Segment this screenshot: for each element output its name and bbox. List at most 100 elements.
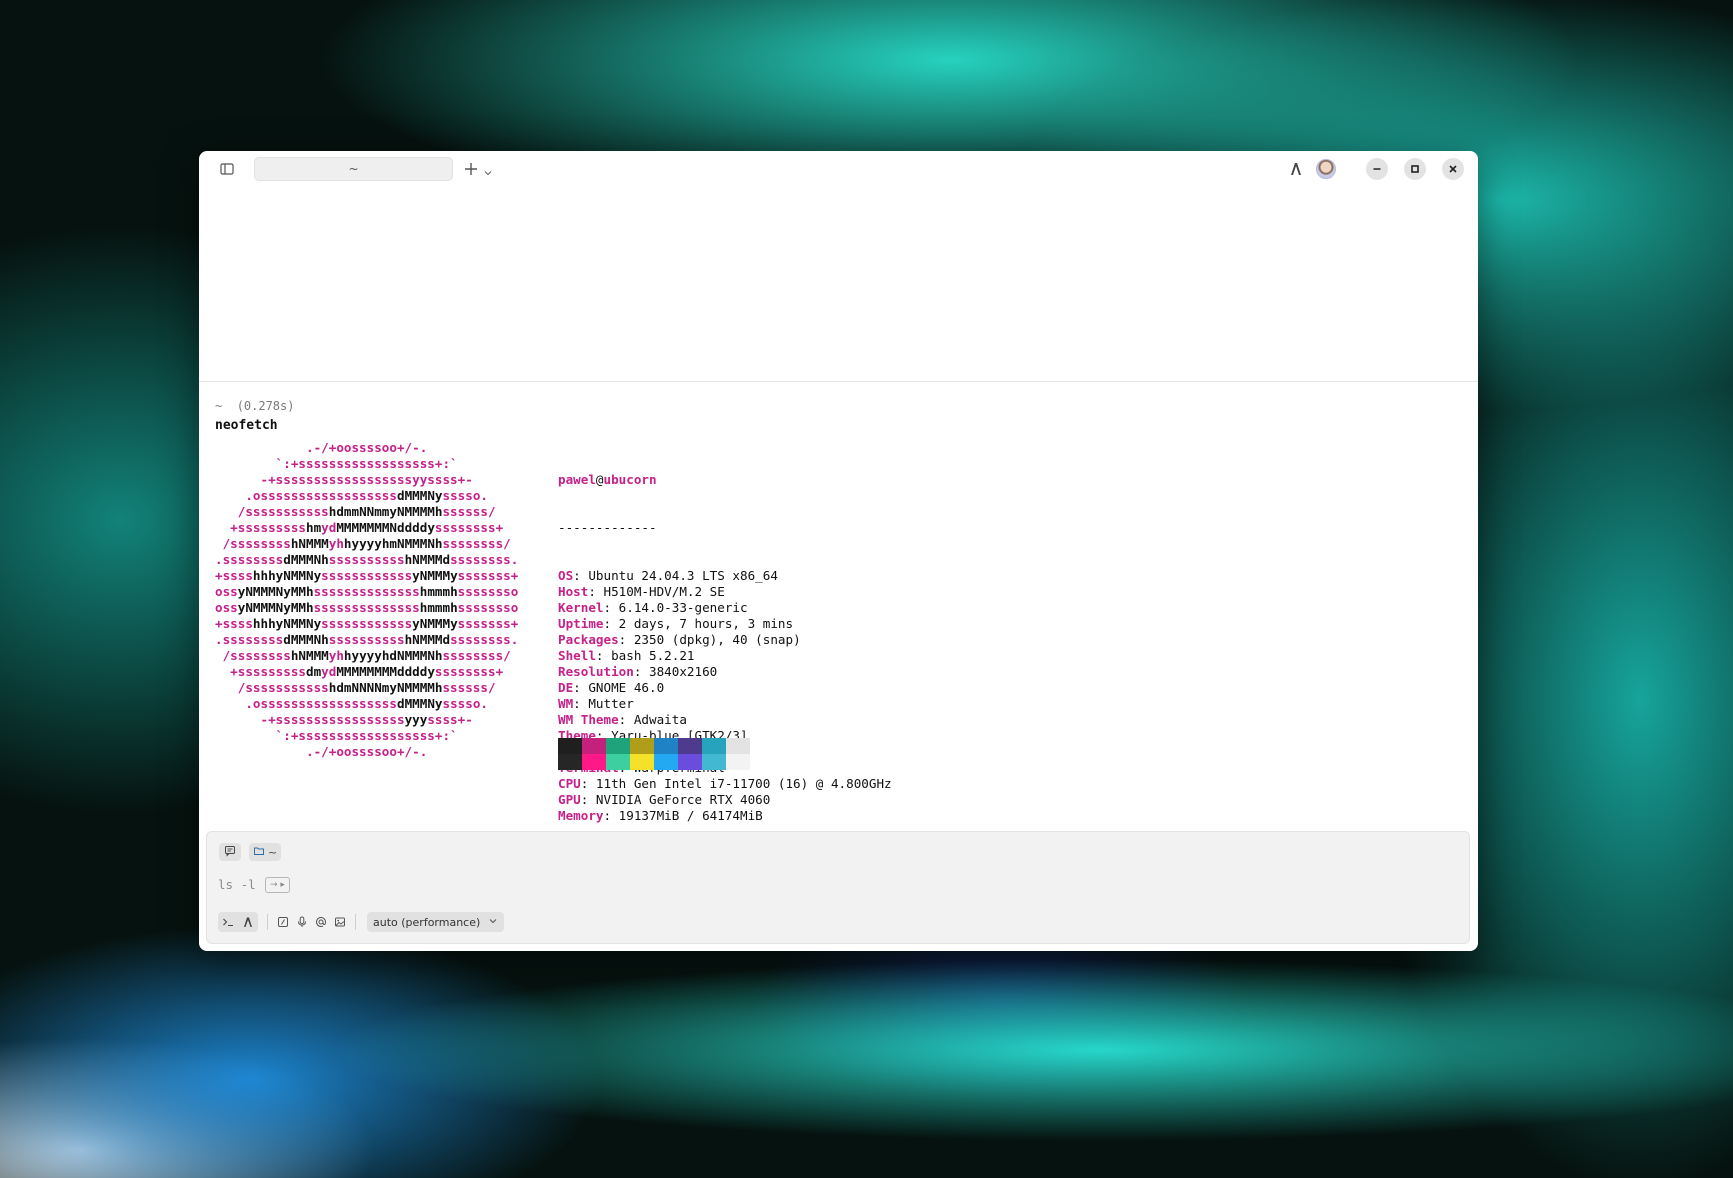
color-swatch bbox=[702, 754, 726, 770]
logo-segment: .ossssssssssssssssss bbox=[215, 696, 397, 711]
logo-segment: hmmmh bbox=[419, 600, 458, 615]
color-swatch bbox=[606, 754, 630, 770]
logo-line: ossyNMMMNyMMhsssssssssssssshmmmhssssssso bbox=[215, 600, 518, 616]
tab-home[interactable]: ~ bbox=[254, 157, 453, 181]
logo-line: .ossssssssssssssssssdMMMNysssso. bbox=[215, 488, 518, 504]
model-selector[interactable]: auto (performance) bbox=[367, 912, 505, 932]
close-button[interactable] bbox=[1442, 158, 1464, 180]
logo-segment: ssssssss+ bbox=[434, 664, 504, 679]
logo-segment: /sssssssssss bbox=[215, 680, 329, 695]
logo-segment: -+sssssssssssssssss bbox=[215, 712, 405, 727]
warp-logo-icon[interactable] bbox=[1288, 161, 1304, 177]
logo-segment: .ssssssss bbox=[215, 632, 284, 647]
image-attach-icon[interactable] bbox=[334, 916, 346, 928]
logo-segment: /ssssssss bbox=[215, 648, 291, 663]
logo-segment: ssssssss. bbox=[450, 632, 519, 647]
info-separator: : bbox=[603, 808, 619, 823]
logo-segment: ssss+- bbox=[427, 712, 473, 727]
model-selector-label: auto (performance) bbox=[373, 915, 481, 929]
logo-segment: dm bbox=[306, 664, 322, 679]
info-separator: : bbox=[603, 616, 619, 631]
logo-segment: `:+ssssssssssssssssss+:` bbox=[215, 456, 458, 471]
logo-line: .ssssssssdMMMNhsssssssssshNMMMdssssssss. bbox=[215, 552, 518, 568]
tab-title: ~ bbox=[348, 162, 359, 176]
logo-line: `:+ssssssssssssssssss+:` bbox=[215, 456, 518, 472]
info-value: 2350 (dpkg), 40 (snap) bbox=[633, 632, 801, 647]
new-tab-chevron-down-icon[interactable] bbox=[483, 163, 493, 176]
logo-segment: .-/+oossssoo+/-. bbox=[215, 744, 428, 759]
info-value: bash 5.2.21 bbox=[611, 648, 695, 663]
microphone-icon[interactable] bbox=[296, 916, 308, 928]
command-input-area[interactable]: ~ ls -l → ▸ auto (performance) bbox=[206, 831, 1470, 944]
info-host: ubucorn bbox=[603, 472, 657, 487]
logo-segment: yNMMMNyMMh bbox=[237, 600, 314, 615]
logo-line: /ssssssssssshdmmNNmmyNMMMMhssssss/ bbox=[215, 504, 518, 520]
logo-segment: MMMMMMMNddddy bbox=[336, 520, 435, 535]
logo-segment: dMMMNh bbox=[283, 632, 329, 647]
info-key: Kernel bbox=[558, 600, 604, 615]
maximize-button[interactable] bbox=[1404, 158, 1426, 180]
logo-segment: ssssss/ bbox=[442, 504, 496, 519]
logo-segment: yh bbox=[328, 648, 344, 663]
logo-segment: hNMMMd bbox=[404, 552, 451, 567]
command-block[interactable]: ~ (0.278s) neofetch bbox=[215, 398, 294, 436]
sidebar-toggle-icon[interactable] bbox=[219, 161, 235, 177]
info-row: OS: Ubuntu 24.04.3 LTS x86_64 bbox=[558, 568, 892, 584]
info-lines: OS: Ubuntu 24.04.3 LTS x86_64 Host: H510M… bbox=[558, 568, 892, 824]
logo-line: -+ssssssssssssssssssyyssss+- bbox=[215, 472, 518, 488]
conversation-chip[interactable] bbox=[219, 843, 241, 861]
info-value: 3840x2160 bbox=[649, 664, 718, 679]
logo-line: /ssssssssssshdmNNNNmyNMMMMhssssss/ bbox=[215, 680, 518, 696]
info-row: WM Theme: Adwaita bbox=[558, 712, 892, 728]
logo-segment: hNMMM bbox=[290, 648, 329, 663]
logo-segment: /sssssssssss bbox=[215, 504, 329, 519]
logo-segment: dMMMNh bbox=[283, 552, 329, 567]
logo-segment: hNMMMd bbox=[404, 632, 451, 647]
ubuntu-ascii-logo: .-/+oossssoo+/-. `:+ssssssssssssssssss+:… bbox=[215, 440, 518, 760]
mode-toggle[interactable] bbox=[218, 912, 258, 932]
new-tab-plus-icon[interactable] bbox=[461, 159, 481, 179]
logo-segment: .ssssssss bbox=[215, 552, 284, 567]
slash-command-icon[interactable] bbox=[277, 916, 289, 928]
logo-line: +sssssssssdmydMMMMMMMMddddyssssssss+ bbox=[215, 664, 518, 680]
info-key: WM bbox=[558, 696, 574, 711]
logo-segment: ssssssss. bbox=[450, 552, 519, 567]
command-input[interactable]: ls -l bbox=[218, 877, 256, 892]
info-key: DE bbox=[558, 680, 574, 695]
agent-mode-icon[interactable] bbox=[242, 913, 254, 932]
color-swatch bbox=[678, 754, 702, 770]
info-value: 19137MiB / 64174MiB bbox=[618, 808, 763, 823]
system-info: pawel@ubucorn ------------- OS: Ubuntu 2… bbox=[558, 440, 892, 856]
info-underline: ------------- bbox=[558, 520, 657, 535]
folder-icon bbox=[253, 845, 265, 860]
logo-segment: dMMMNy bbox=[396, 696, 443, 711]
mention-at-icon[interactable] bbox=[315, 916, 327, 928]
terminal-mode-icon[interactable] bbox=[222, 913, 236, 932]
logo-line: +sssshhhyNMMNyssssssssssssyNMMMysssssss+ bbox=[215, 616, 518, 632]
color-swatch bbox=[654, 754, 678, 770]
info-row: DE: GNOME 46.0 bbox=[558, 680, 892, 696]
logo-segment: ssssssss/ bbox=[442, 536, 511, 551]
logo-segment: /ssssssss bbox=[215, 536, 291, 551]
logo-segment: ssssssssssssss bbox=[313, 600, 420, 615]
info-value: NVIDIA GeForce RTX 4060 bbox=[595, 792, 771, 807]
logo-segment: ssssssssss bbox=[328, 632, 405, 647]
user-avatar[interactable] bbox=[1316, 159, 1336, 179]
info-value: Ubuntu 24.04.3 LTS x86_64 bbox=[588, 568, 778, 583]
logo-segment: ssssssssss bbox=[328, 552, 405, 567]
logo-line: /sssssssshNMMMyhhyyyyhdNMMMNhssssssss/ bbox=[215, 648, 518, 664]
block-header: ~ (0.278s) bbox=[215, 398, 294, 414]
directory-chip[interactable]: ~ bbox=[249, 843, 282, 861]
info-at: @ bbox=[595, 472, 604, 487]
info-key: GPU bbox=[558, 792, 581, 807]
color-swatch bbox=[726, 754, 750, 770]
color-swatch bbox=[630, 754, 654, 770]
autosuggest-accept-hint[interactable]: → ▸ bbox=[265, 877, 290, 893]
block-command: neofetch bbox=[215, 418, 278, 433]
logo-line: .ssssssssdMMMNhsssssssssshNMMMdssssssss. bbox=[215, 632, 518, 648]
info-row: Shell: bash 5.2.21 bbox=[558, 648, 892, 664]
logo-line: .ossssssssssssssssssdMMMNysssso. bbox=[215, 696, 518, 712]
minimize-button[interactable] bbox=[1366, 158, 1388, 180]
color-swatch bbox=[678, 738, 702, 754]
info-value: 6.14.0-33-generic bbox=[618, 600, 748, 615]
